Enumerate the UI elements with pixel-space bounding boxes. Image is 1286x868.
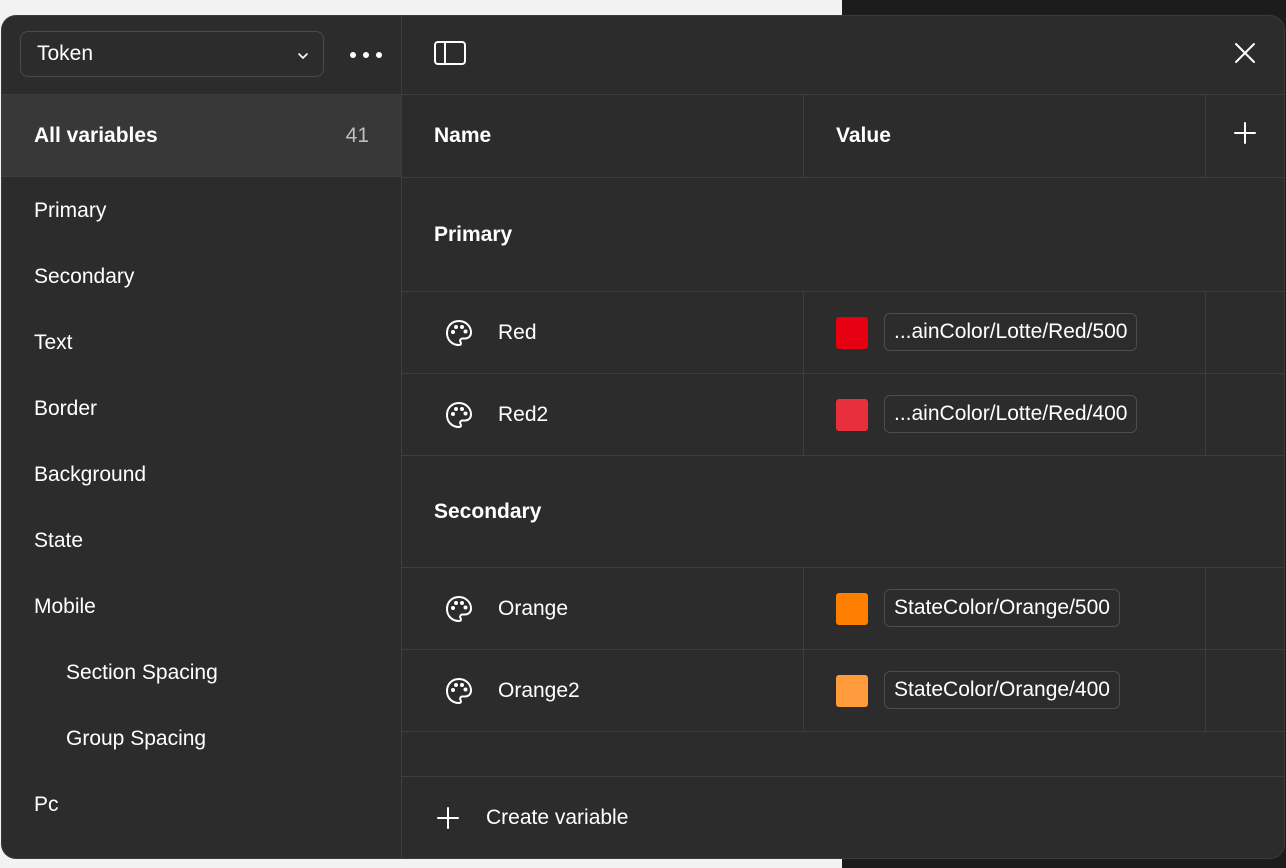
- plus-icon: [434, 804, 462, 832]
- all-variables-count: 41: [345, 123, 369, 147]
- palette-icon: [444, 594, 474, 624]
- variables-main: Name Value Primary Red ...ainColor/Lotte…: [402, 16, 1284, 858]
- toggle-sidebar-button[interactable]: [430, 38, 470, 72]
- sidebar-item-state[interactable]: State: [2, 508, 401, 574]
- sidebar-item-pc[interactable]: Pc: [2, 772, 401, 838]
- alias-pill[interactable]: StateColor/Orange/400: [884, 671, 1120, 709]
- variable-row[interactable]: Red2 ...ainColor/Lotte/Red/400: [402, 374, 1284, 456]
- sidebar-item-secondary[interactable]: Secondary: [2, 244, 401, 310]
- variable-name[interactable]: Red2: [498, 374, 548, 456]
- more-horizontal-icon: [349, 46, 383, 64]
- close-icon: [1234, 42, 1256, 69]
- sidebar-item-group-spacing[interactable]: Group Spacing: [2, 706, 401, 772]
- table-header: Name Value: [402, 95, 1284, 178]
- variable-name[interactable]: Orange2: [498, 650, 580, 732]
- column-header-value[interactable]: Value: [836, 95, 891, 177]
- collection-dropdown-label: Token: [37, 42, 94, 65]
- alias-pill[interactable]: ...ainColor/Lotte/Red/500: [884, 313, 1138, 351]
- sidebar-item-text[interactable]: Text: [2, 310, 401, 376]
- color-swatch[interactable]: [836, 317, 868, 349]
- column-header-name[interactable]: Name: [434, 95, 491, 177]
- variable-name[interactable]: Red: [498, 292, 537, 374]
- section-title-primary: Primary: [402, 178, 1284, 292]
- sidebar-item-mobile[interactable]: Mobile: [2, 574, 401, 640]
- column-divider: [1205, 568, 1206, 649]
- column-divider: [803, 374, 804, 455]
- column-divider: [1205, 650, 1206, 731]
- sidebar-panel-icon: [433, 40, 467, 71]
- add-mode-button[interactable]: [1206, 95, 1284, 177]
- column-divider: [803, 95, 804, 177]
- alias-pill[interactable]: ...ainColor/Lotte/Red/400: [884, 395, 1138, 433]
- variables-table-body: Primary Red ...ainColor/Lotte/Red/500 Re…: [402, 178, 1284, 732]
- chevron-down-icon: [297, 42, 309, 66]
- variable-name[interactable]: Orange: [498, 568, 568, 650]
- column-divider: [803, 568, 804, 649]
- all-variables-label: All variables: [34, 123, 158, 147]
- variable-row[interactable]: Orange StateColor/Orange/500: [402, 568, 1284, 650]
- plus-icon: [1233, 121, 1257, 151]
- variable-row[interactable]: Orange2 StateColor/Orange/400: [402, 650, 1284, 732]
- sidebar-item-background[interactable]: Background: [2, 442, 401, 508]
- column-divider: [1205, 292, 1206, 373]
- group-list: Primary Secondary Text Border Background…: [2, 178, 401, 838]
- sidebar-item-border[interactable]: Border: [2, 376, 401, 442]
- sidebar-item-section-spacing[interactable]: Section Spacing: [2, 640, 401, 706]
- create-variable-button[interactable]: Create variable: [434, 777, 628, 858]
- sidebar-header: Token: [2, 16, 401, 95]
- alias-pill[interactable]: StateColor/Orange/500: [884, 589, 1120, 627]
- color-swatch[interactable]: [836, 593, 868, 625]
- close-button[interactable]: [1228, 38, 1262, 72]
- palette-icon: [444, 318, 474, 348]
- column-divider: [803, 650, 804, 731]
- palette-icon: [444, 676, 474, 706]
- variable-row[interactable]: Red ...ainColor/Lotte/Red/500: [402, 292, 1284, 374]
- color-swatch[interactable]: [836, 675, 868, 707]
- variables-modal: Token All variables 41 Primary Secondary…: [2, 16, 1284, 858]
- main-header: [402, 16, 1284, 95]
- create-variable-label: Create variable: [486, 806, 629, 829]
- color-swatch[interactable]: [836, 399, 868, 431]
- all-variables-item[interactable]: All variables 41: [2, 95, 401, 177]
- column-divider: [803, 292, 804, 373]
- column-divider: [1205, 374, 1206, 455]
- sidebar-item-primary[interactable]: Primary: [2, 178, 401, 244]
- table-footer: Create variable: [402, 776, 1284, 858]
- more-options-button[interactable]: [346, 40, 386, 70]
- section-title-secondary: Secondary: [402, 456, 1284, 568]
- variables-sidebar: Token All variables 41 Primary Secondary…: [2, 16, 402, 858]
- collection-dropdown[interactable]: Token: [20, 31, 324, 77]
- palette-icon: [444, 400, 474, 430]
